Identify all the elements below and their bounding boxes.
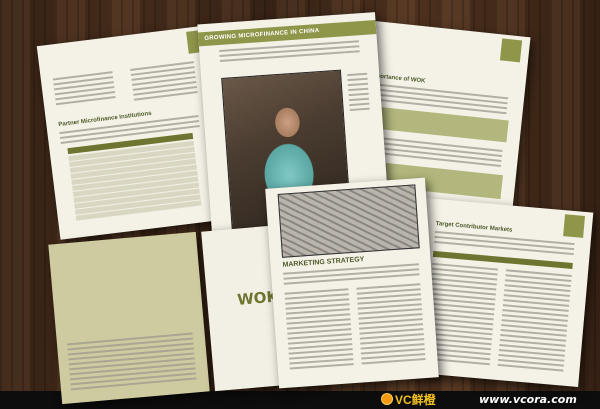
brand-logo: VC鲜橙 [381,391,436,409]
text-block [52,71,116,108]
text-block [497,269,572,374]
section-heading: MARKETING STRATEGY [282,256,365,269]
photo-workshop [277,184,420,258]
site-url: www.vcora.com [479,393,577,406]
partners-table [67,132,202,222]
brochure-page-target-markets: Target Contributor Markets [410,198,594,387]
corner-logo [499,38,523,63]
brochure-page-marketing: MARKETING STRATEGY [265,177,439,389]
text-block [130,61,198,104]
text-block [219,40,360,65]
brochure-page-back-cover [48,231,210,405]
text-block [284,288,354,372]
corner-logo [563,214,585,238]
text-block [66,332,197,394]
orange-icon [381,393,393,405]
text-block [356,283,426,367]
brand-name: VC鲜橙 [395,393,436,407]
text-block [347,72,370,114]
